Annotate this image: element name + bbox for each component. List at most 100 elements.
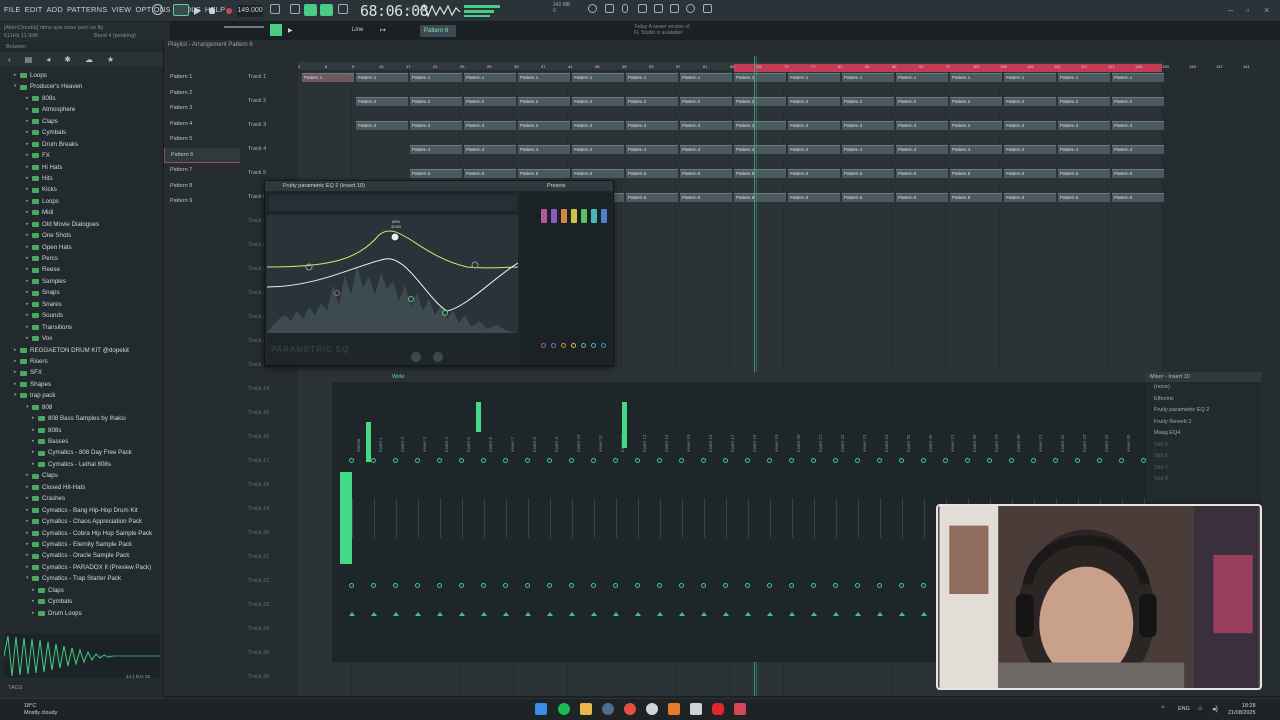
pattern-clip[interactable]: Pattern 4 xyxy=(896,145,948,154)
pattern-clip[interactable]: Pattern 3 xyxy=(734,121,786,130)
channel-rack-icon[interactable] xyxy=(654,4,663,13)
mixer-pan-knob[interactable] xyxy=(1097,458,1102,463)
mixer-strip-label[interactable]: Insert 32 xyxy=(1060,434,1065,452)
mixer-route-arrow-icon[interactable] xyxy=(415,612,421,616)
mixer-stereo-knob[interactable] xyxy=(921,583,926,588)
mixer-stereo-knob[interactable] xyxy=(349,583,354,588)
eq-band-type-button[interactable] xyxy=(581,209,587,223)
track-label[interactable]: Track 26 xyxy=(248,674,298,680)
pattern-picker-item[interactable]: Pattern 8 xyxy=(164,179,240,195)
mixer-effect-slot[interactable]: Effectrix xyxy=(1146,394,1262,406)
mixer-effect-slot[interactable]: Fruity parametric EQ 2 xyxy=(1146,405,1262,417)
mixer-stereo-knob[interactable] xyxy=(569,583,574,588)
mixer-strip-label[interactable]: Insert 3 xyxy=(422,437,427,452)
mixer-route-arrow-icon[interactable] xyxy=(547,612,553,616)
mixer-pan-knob[interactable] xyxy=(503,458,508,463)
browser-item[interactable]: ▸ Closed Hit-Hats xyxy=(0,482,164,493)
pattern-clip[interactable]: Pattern 1 xyxy=(896,73,948,82)
pattern-clip[interactable]: Pattern 3 xyxy=(518,121,570,130)
mixer-stereo-knob[interactable] xyxy=(613,583,618,588)
start-icon[interactable] xyxy=(535,703,547,715)
mixer-route-arrow-icon[interactable] xyxy=(503,612,509,616)
mixer-strip-label[interactable]: Insert 14 xyxy=(664,434,669,452)
pattern-clip[interactable]: Pattern 1 xyxy=(356,73,408,82)
step-icon[interactable]: ↦ xyxy=(380,26,386,34)
mixer-strip-label[interactable]: Insert 9 xyxy=(554,437,559,452)
mixer-volume-fader[interactable] xyxy=(682,498,683,538)
mixer-strip-label[interactable]: Insert 11 xyxy=(598,435,603,452)
pattern-clip[interactable]: Pattern 3 xyxy=(464,121,516,130)
pattern-picker-item[interactable]: Pattern 1 xyxy=(164,70,240,86)
mixer-route-arrow-icon[interactable] xyxy=(811,612,817,616)
pattern-clip[interactable]: Pattern 1 xyxy=(572,73,624,82)
mixer-volume-fader[interactable] xyxy=(374,498,375,538)
eq-band-width-knob[interactable] xyxy=(541,343,546,348)
mixer-route-arrow-icon[interactable] xyxy=(657,612,663,616)
mixer-pan-knob[interactable] xyxy=(481,458,486,463)
pattern-clip[interactable]: Pattern 1 xyxy=(1112,73,1164,82)
pattern-clip[interactable]: Pattern 2 xyxy=(1112,97,1164,106)
pattern-clip[interactable]: Pattern 5 xyxy=(626,169,678,178)
mixer-view-mode[interactable]: Wide xyxy=(392,374,405,380)
pattern-clip[interactable]: Pattern 1 xyxy=(464,73,516,82)
mixer-stereo-knob[interactable] xyxy=(679,583,684,588)
mixer-volume-fader[interactable] xyxy=(594,498,595,538)
mixer-strip-label[interactable]: Insert 17 xyxy=(730,434,735,452)
eq-band-type-button[interactable] xyxy=(601,209,607,223)
browser-item[interactable]: ▸ Claps xyxy=(0,585,164,596)
mixer-strip-label[interactable]: Insert 6 xyxy=(488,437,493,452)
pat-song-toggle[interactable] xyxy=(173,4,189,16)
store-icon[interactable] xyxy=(690,703,702,715)
metronome-icon[interactable] xyxy=(270,4,280,14)
snap-icon[interactable] xyxy=(270,24,282,36)
track-label[interactable]: Track 23 xyxy=(248,602,298,608)
mixer-volume-fader[interactable] xyxy=(418,498,419,538)
pattern-clip[interactable]: Pattern 1 xyxy=(626,73,678,82)
browser-item[interactable]: ▸ Kicks xyxy=(0,184,164,195)
pattern-clip[interactable]: Pattern 5 xyxy=(788,169,840,178)
pattern-clip[interactable]: Pattern 2 xyxy=(626,97,678,106)
pattern-picker-item[interactable]: Pattern 3 xyxy=(164,101,240,117)
pattern-clip[interactable]: Pattern 4 xyxy=(842,145,894,154)
browser-item[interactable]: ▸ Percs xyxy=(0,253,164,264)
browser-cloud-icon[interactable]: ☁ xyxy=(85,55,93,64)
pattern-clip[interactable]: Pattern 4 xyxy=(734,145,786,154)
steam-icon[interactable] xyxy=(602,703,614,715)
browser-item[interactable]: ▸ Cymatics - Lethal 808s xyxy=(0,459,164,470)
mixer-pan-knob[interactable] xyxy=(1031,458,1036,463)
pattern-clip[interactable]: Pattern 2 xyxy=(950,97,1002,106)
calendar-icon[interactable] xyxy=(734,703,746,715)
browser-item[interactable]: ▸ One Shots xyxy=(0,230,164,241)
pattern-clip[interactable]: Pattern 2 xyxy=(518,97,570,106)
eq-band-width-knob[interactable] xyxy=(581,343,586,348)
mixer-volume-fader[interactable] xyxy=(638,498,639,538)
menu-file[interactable]: FILE xyxy=(4,5,21,14)
mixer-strip-label[interactable]: Insert 20 xyxy=(796,434,801,452)
maximize-icon[interactable]: ▫ xyxy=(1246,5,1249,15)
mixer-pan-knob[interactable] xyxy=(855,458,860,463)
pattern-clip[interactable]: Pattern 2 xyxy=(680,97,732,106)
mixer-strip-label[interactable]: Insert 2 xyxy=(400,437,405,452)
mixer-strip-label[interactable]: Insert 4 xyxy=(444,437,449,452)
pattern-clip[interactable]: Pattern 6 xyxy=(1004,193,1056,202)
mixer-pan-knob[interactable] xyxy=(569,458,574,463)
mixer-pan-knob[interactable] xyxy=(393,458,398,463)
mixer-pan-knob[interactable] xyxy=(943,458,948,463)
network-icon[interactable]: ⌂ xyxy=(1198,705,1202,712)
mixer-pan-knob[interactable] xyxy=(415,458,420,463)
mixer-stereo-knob[interactable] xyxy=(481,583,486,588)
pattern-clip[interactable]: Pattern 3 xyxy=(1112,121,1164,130)
minimize-icon[interactable]: – xyxy=(1228,5,1233,15)
pattern-clip[interactable]: Pattern 1 xyxy=(518,73,570,82)
browser-item[interactable]: ▸ Snares xyxy=(0,299,164,310)
eq-band-type-button[interactable] xyxy=(571,209,577,223)
mixer-stereo-knob[interactable] xyxy=(899,583,904,588)
mixer-stereo-knob[interactable] xyxy=(459,583,464,588)
master-volume-slider[interactable] xyxy=(224,26,264,28)
mixer-volume-fader[interactable] xyxy=(396,498,397,538)
browser-item[interactable]: ▸ Vox xyxy=(0,333,164,344)
mixer-route-arrow-icon[interactable] xyxy=(459,612,465,616)
mixer-strip-label[interactable]: Insert 13 xyxy=(642,434,647,452)
browser-item[interactable]: ▸ Transitions xyxy=(0,322,164,333)
mixer-route-arrow-icon[interactable] xyxy=(349,612,355,616)
